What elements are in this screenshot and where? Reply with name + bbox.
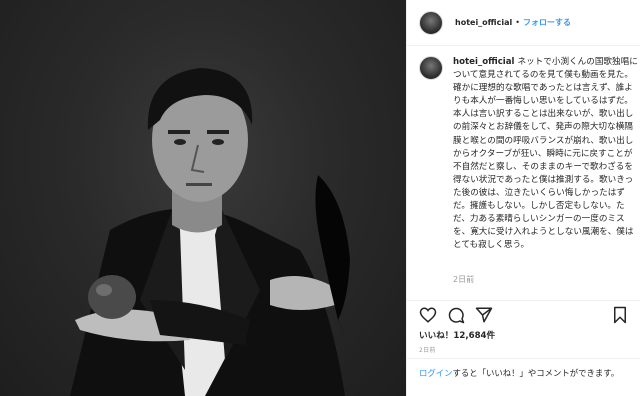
follow-button[interactable]: フォローする — [523, 17, 571, 28]
login-prompt-text: すると「いいね！」やコメントができます。 — [452, 368, 620, 378]
bookmark-icon[interactable] — [611, 306, 629, 324]
share-icon[interactable] — [475, 306, 493, 324]
post-side-panel: hotei_official • フォローする hotei_official ネッ… — [406, 0, 640, 396]
caption-timestamp[interactable]: 2日前 — [453, 274, 474, 285]
comment-icon[interactable] — [447, 306, 465, 324]
username-link[interactable]: hotei_official — [455, 18, 512, 27]
likes-count[interactable]: いいね！12,684件 — [419, 329, 495, 341]
login-prompt: ログインすると「いいね！」やコメントができます。 — [407, 358, 640, 396]
caption-avatar[interactable] — [419, 56, 443, 80]
portrait-illustration — [70, 68, 350, 396]
avatar[interactable] — [419, 10, 443, 35]
post-date[interactable]: 2日前 — [419, 345, 436, 354]
separator-dot: • — [515, 18, 520, 27]
post-header: hotei_official • フォローする — [407, 0, 640, 46]
action-bar — [407, 300, 640, 328]
post-photo[interactable] — [0, 0, 406, 396]
caption-username[interactable]: hotei_official — [453, 57, 514, 67]
login-link[interactable]: ログイン — [419, 368, 453, 378]
caption-text: hotei_official ネットで小渕くんの国歌独唱について意見されてるのを見… — [453, 56, 640, 252]
heart-icon[interactable] — [419, 306, 437, 324]
caption-body: ネットで小渕くんの国歌独唱について意見されてるのを見て僕も動画を見た。確かに理想… — [453, 57, 638, 251]
